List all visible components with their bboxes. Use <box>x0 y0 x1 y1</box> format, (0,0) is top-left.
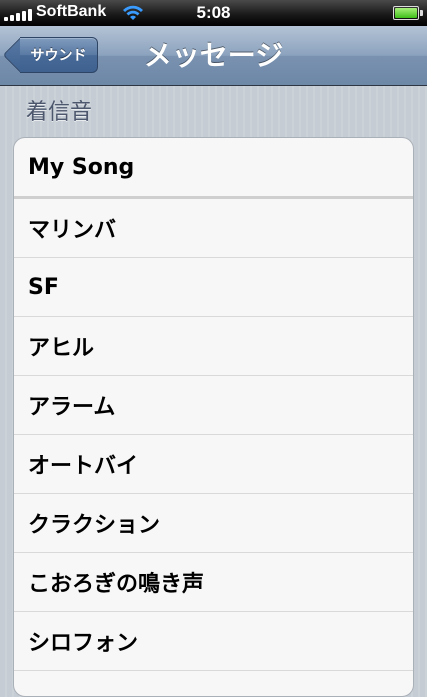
list-item-horn[interactable]: クラクション <box>14 494 413 553</box>
list-item-alarm[interactable]: アラーム <box>14 376 413 435</box>
navigation-bar: サウンド メッセージ <box>0 26 427 86</box>
list-item-duck[interactable]: アヒル <box>14 317 413 376</box>
list-item-label: アラーム <box>28 395 116 420</box>
list-item-label: マリンバ <box>28 218 117 243</box>
list-item-label: クラクション <box>28 513 161 538</box>
list-item-xylophone[interactable]: シロフォン <box>14 612 413 671</box>
list-item-my-song[interactable]: My Song <box>14 138 413 199</box>
list-item-motorcycle[interactable]: オートバイ <box>14 435 413 494</box>
battery-level <box>395 8 417 18</box>
list-item-label: こおろぎの鳴き声 <box>28 572 205 597</box>
section-header: 着信音 <box>26 100 93 125</box>
list-item-marimba[interactable]: マリンバ <box>14 199 413 258</box>
signal-strength-icon <box>4 7 32 21</box>
list-item-sf[interactable]: SF <box>14 258 413 317</box>
back-button-label: サウンド <box>30 48 87 64</box>
list-item-label: My Song <box>28 154 135 180</box>
ringtone-list: My Song マリンバ SF アヒル アラーム オートバイ クラクション こお… <box>13 137 414 697</box>
list-item-label: SF <box>28 274 59 300</box>
wifi-icon <box>123 5 143 20</box>
battery-icon <box>393 6 423 20</box>
carrier-name: SoftBank <box>36 3 107 20</box>
list-item-cricket[interactable]: こおろぎの鳴き声 <box>14 553 413 612</box>
list-item-label: シロフォン <box>28 631 139 656</box>
status-bar: SoftBank 5:08 <box>0 0 427 26</box>
list-item-label: オートバイ <box>28 454 139 479</box>
list-item-label: アヒル <box>28 336 95 361</box>
back-button[interactable]: サウンド <box>20 37 98 73</box>
